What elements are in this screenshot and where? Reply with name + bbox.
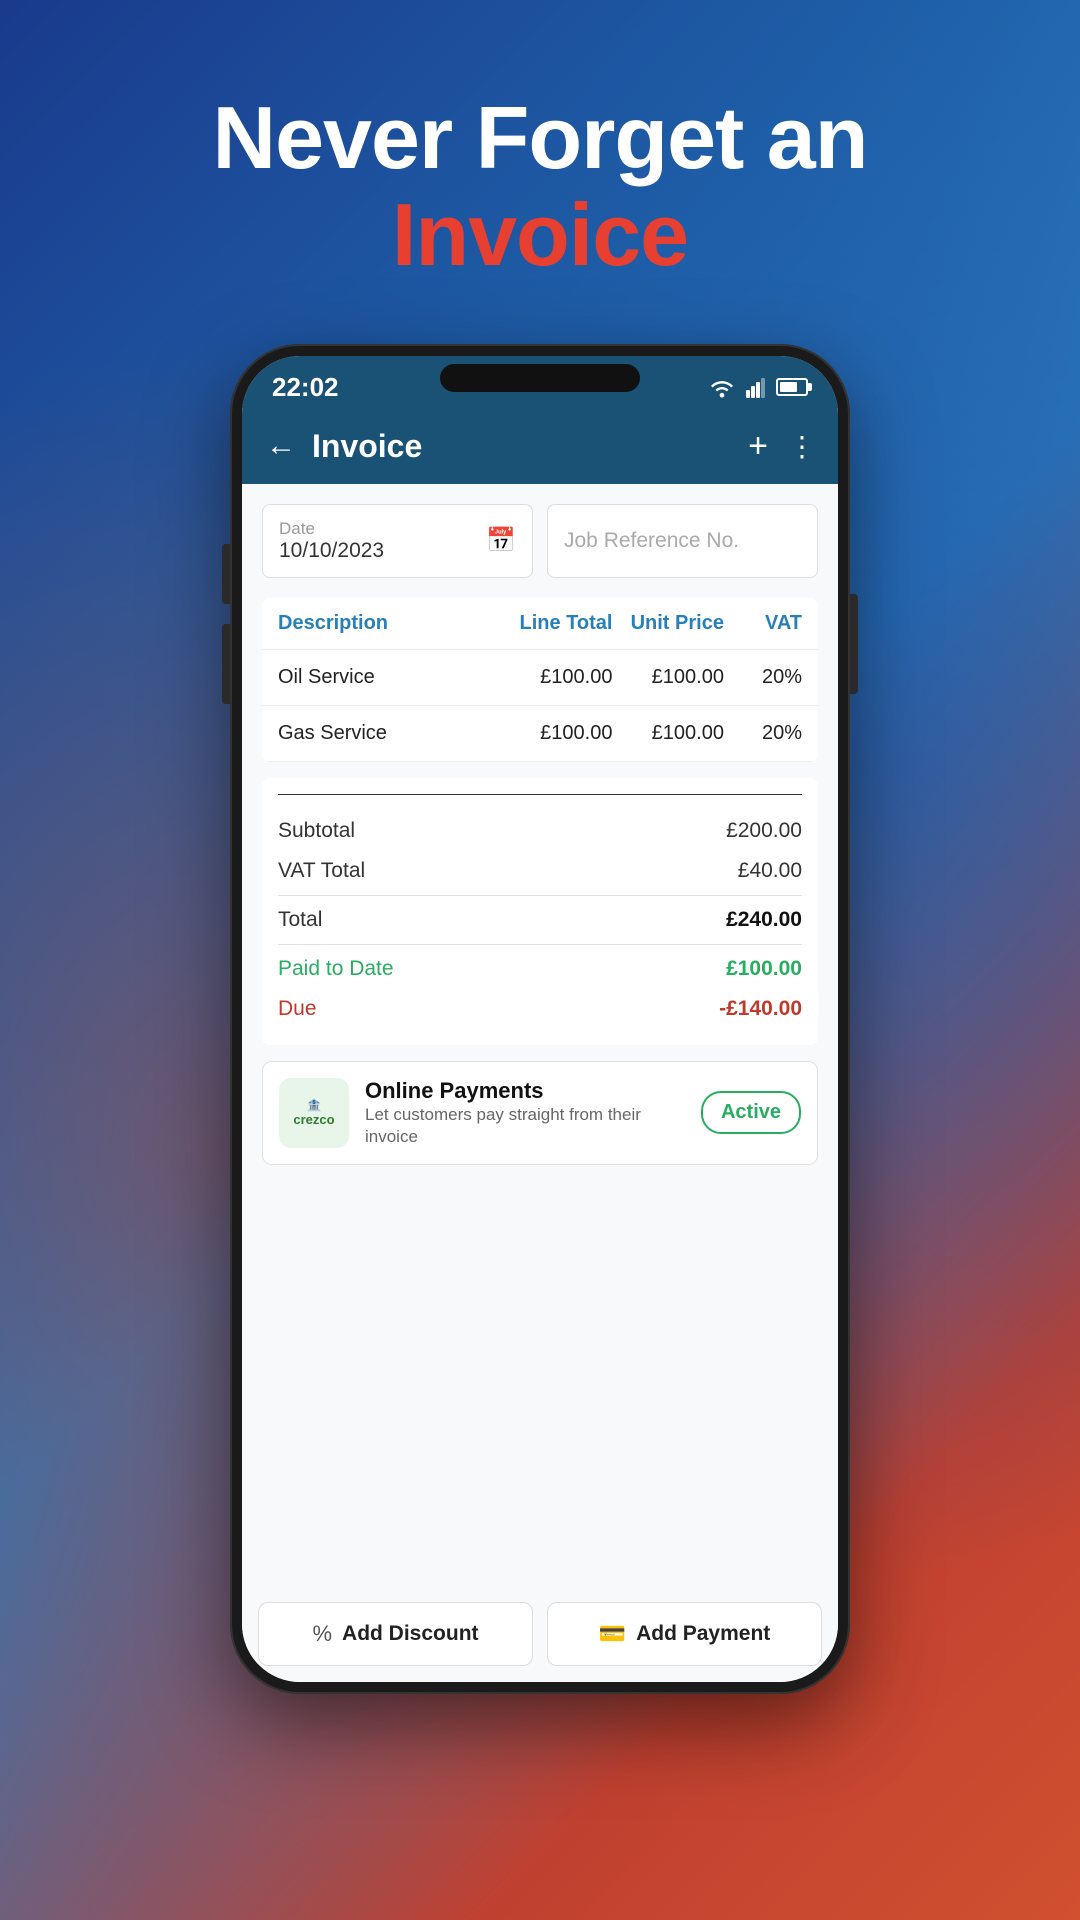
subtotal-value: £200.00 xyxy=(726,819,802,843)
more-options-button[interactable]: ⋮ xyxy=(788,430,814,463)
payments-description: Let customers pay straight from their in… xyxy=(365,1104,685,1148)
active-badge[interactable]: Active xyxy=(701,1091,801,1134)
status-icons xyxy=(708,376,808,398)
total-row: Total £240.00 xyxy=(278,900,802,940)
paid-row: Paid to Date £100.00 xyxy=(278,949,802,989)
add-discount-button[interactable]: % Add Discount xyxy=(258,1602,533,1666)
date-field[interactable]: Date 10/10/2023 📅 xyxy=(262,504,533,578)
discount-icon: % xyxy=(312,1621,332,1647)
row1-vat: 20% xyxy=(724,666,802,689)
page-wrapper: Never Forget an Invoice 22:02 xyxy=(0,0,1080,1920)
table-row[interactable]: Gas Service £100.00 £100.00 20% xyxy=(262,706,818,762)
row1-description: Oil Service xyxy=(278,666,501,689)
table-header: Description Line Total Unit Price VAT xyxy=(262,598,818,650)
hero-section: Never Forget an Invoice xyxy=(213,90,868,284)
app-header: ← Invoice + ⋮ xyxy=(242,413,838,484)
calendar-icon: 📅 xyxy=(486,526,516,555)
total-label: Total xyxy=(278,908,322,932)
row2-unit-price: £100.00 xyxy=(612,722,724,745)
header-right: + ⋮ xyxy=(748,427,814,466)
phone-notch xyxy=(440,364,640,392)
reference-field[interactable]: Job Reference No. xyxy=(547,504,818,578)
add-payment-button[interactable]: 💳 Add Payment xyxy=(547,1602,822,1666)
row2-description: Gas Service xyxy=(278,722,501,745)
payment-label: Add Payment xyxy=(636,1622,770,1646)
row1-unit-price: £100.00 xyxy=(612,666,724,689)
vat-total-label: VAT Total xyxy=(278,859,365,883)
battery-icon xyxy=(776,378,808,396)
reference-placeholder: Job Reference No. xyxy=(564,529,739,553)
date-value: 10/10/2023 xyxy=(279,539,384,563)
vat-total-row: VAT Total £40.00 xyxy=(278,851,802,891)
form-row: Date 10/10/2023 📅 Job Reference No. xyxy=(262,504,818,578)
divider-line xyxy=(278,794,802,795)
row2-line-total: £100.00 xyxy=(501,722,612,745)
separator-thin-2 xyxy=(278,944,802,945)
back-button[interactable]: ← xyxy=(266,429,296,463)
invoice-table: Description Line Total Unit Price VAT Oi… xyxy=(262,598,818,762)
payments-logo: 🏦 crezco xyxy=(279,1078,349,1148)
total-value: £240.00 xyxy=(726,908,802,932)
due-value: -£140.00 xyxy=(719,997,802,1021)
th-description: Description xyxy=(278,612,501,635)
date-label: Date xyxy=(279,519,384,539)
phone-frame: 22:02 xyxy=(230,344,850,1694)
payments-logo-inner: 🏦 crezco xyxy=(293,1098,334,1128)
payments-title: Online Payments xyxy=(365,1078,685,1104)
header-left: ← Invoice xyxy=(266,428,422,465)
wifi-icon xyxy=(708,376,736,398)
content-area: Date 10/10/2023 📅 Job Reference No. Desc… xyxy=(242,484,838,1588)
phone-button-volume-up xyxy=(222,544,230,604)
separator-thin xyxy=(278,895,802,896)
phone-screen: 22:02 xyxy=(242,356,838,1682)
paid-value: £100.00 xyxy=(726,957,802,981)
phone-button-power xyxy=(850,594,858,694)
row1-line-total: £100.00 xyxy=(501,666,612,689)
battery-tip xyxy=(808,383,812,391)
battery-fill xyxy=(780,382,797,392)
phone-button-volume-down xyxy=(222,624,230,704)
payment-icon: 💳 xyxy=(599,1621,626,1647)
th-unit-price: Unit Price xyxy=(612,612,724,635)
row2-vat: 20% xyxy=(724,722,802,745)
due-label: Due xyxy=(278,997,317,1021)
date-content: Date 10/10/2023 xyxy=(279,519,384,563)
signal-icon xyxy=(746,376,766,398)
subtotal-label: Subtotal xyxy=(278,819,355,843)
due-row: Due -£140.00 xyxy=(278,989,802,1029)
th-vat: VAT xyxy=(724,612,802,635)
paid-label: Paid to Date xyxy=(278,957,394,981)
payments-info: Online Payments Let customers pay straig… xyxy=(365,1078,685,1148)
hero-line2: Invoice xyxy=(213,187,868,284)
status-time: 22:02 xyxy=(272,372,339,403)
bottom-bar: % Add Discount 💳 Add Payment xyxy=(242,1588,838,1682)
discount-label: Add Discount xyxy=(342,1622,479,1646)
payments-card[interactable]: 🏦 crezco Online Payments Let customers p… xyxy=(262,1061,818,1165)
totals-section: Subtotal £200.00 VAT Total £40.00 Total … xyxy=(262,778,818,1045)
table-row[interactable]: Oil Service £100.00 £100.00 20% xyxy=(262,650,818,706)
vat-total-value: £40.00 xyxy=(738,859,802,883)
header-title: Invoice xyxy=(312,428,422,465)
subtotal-row: Subtotal £200.00 xyxy=(278,811,802,851)
add-button[interactable]: + xyxy=(748,427,768,466)
hero-line1: Never Forget an xyxy=(213,90,868,187)
th-line-total: Line Total xyxy=(501,612,612,635)
